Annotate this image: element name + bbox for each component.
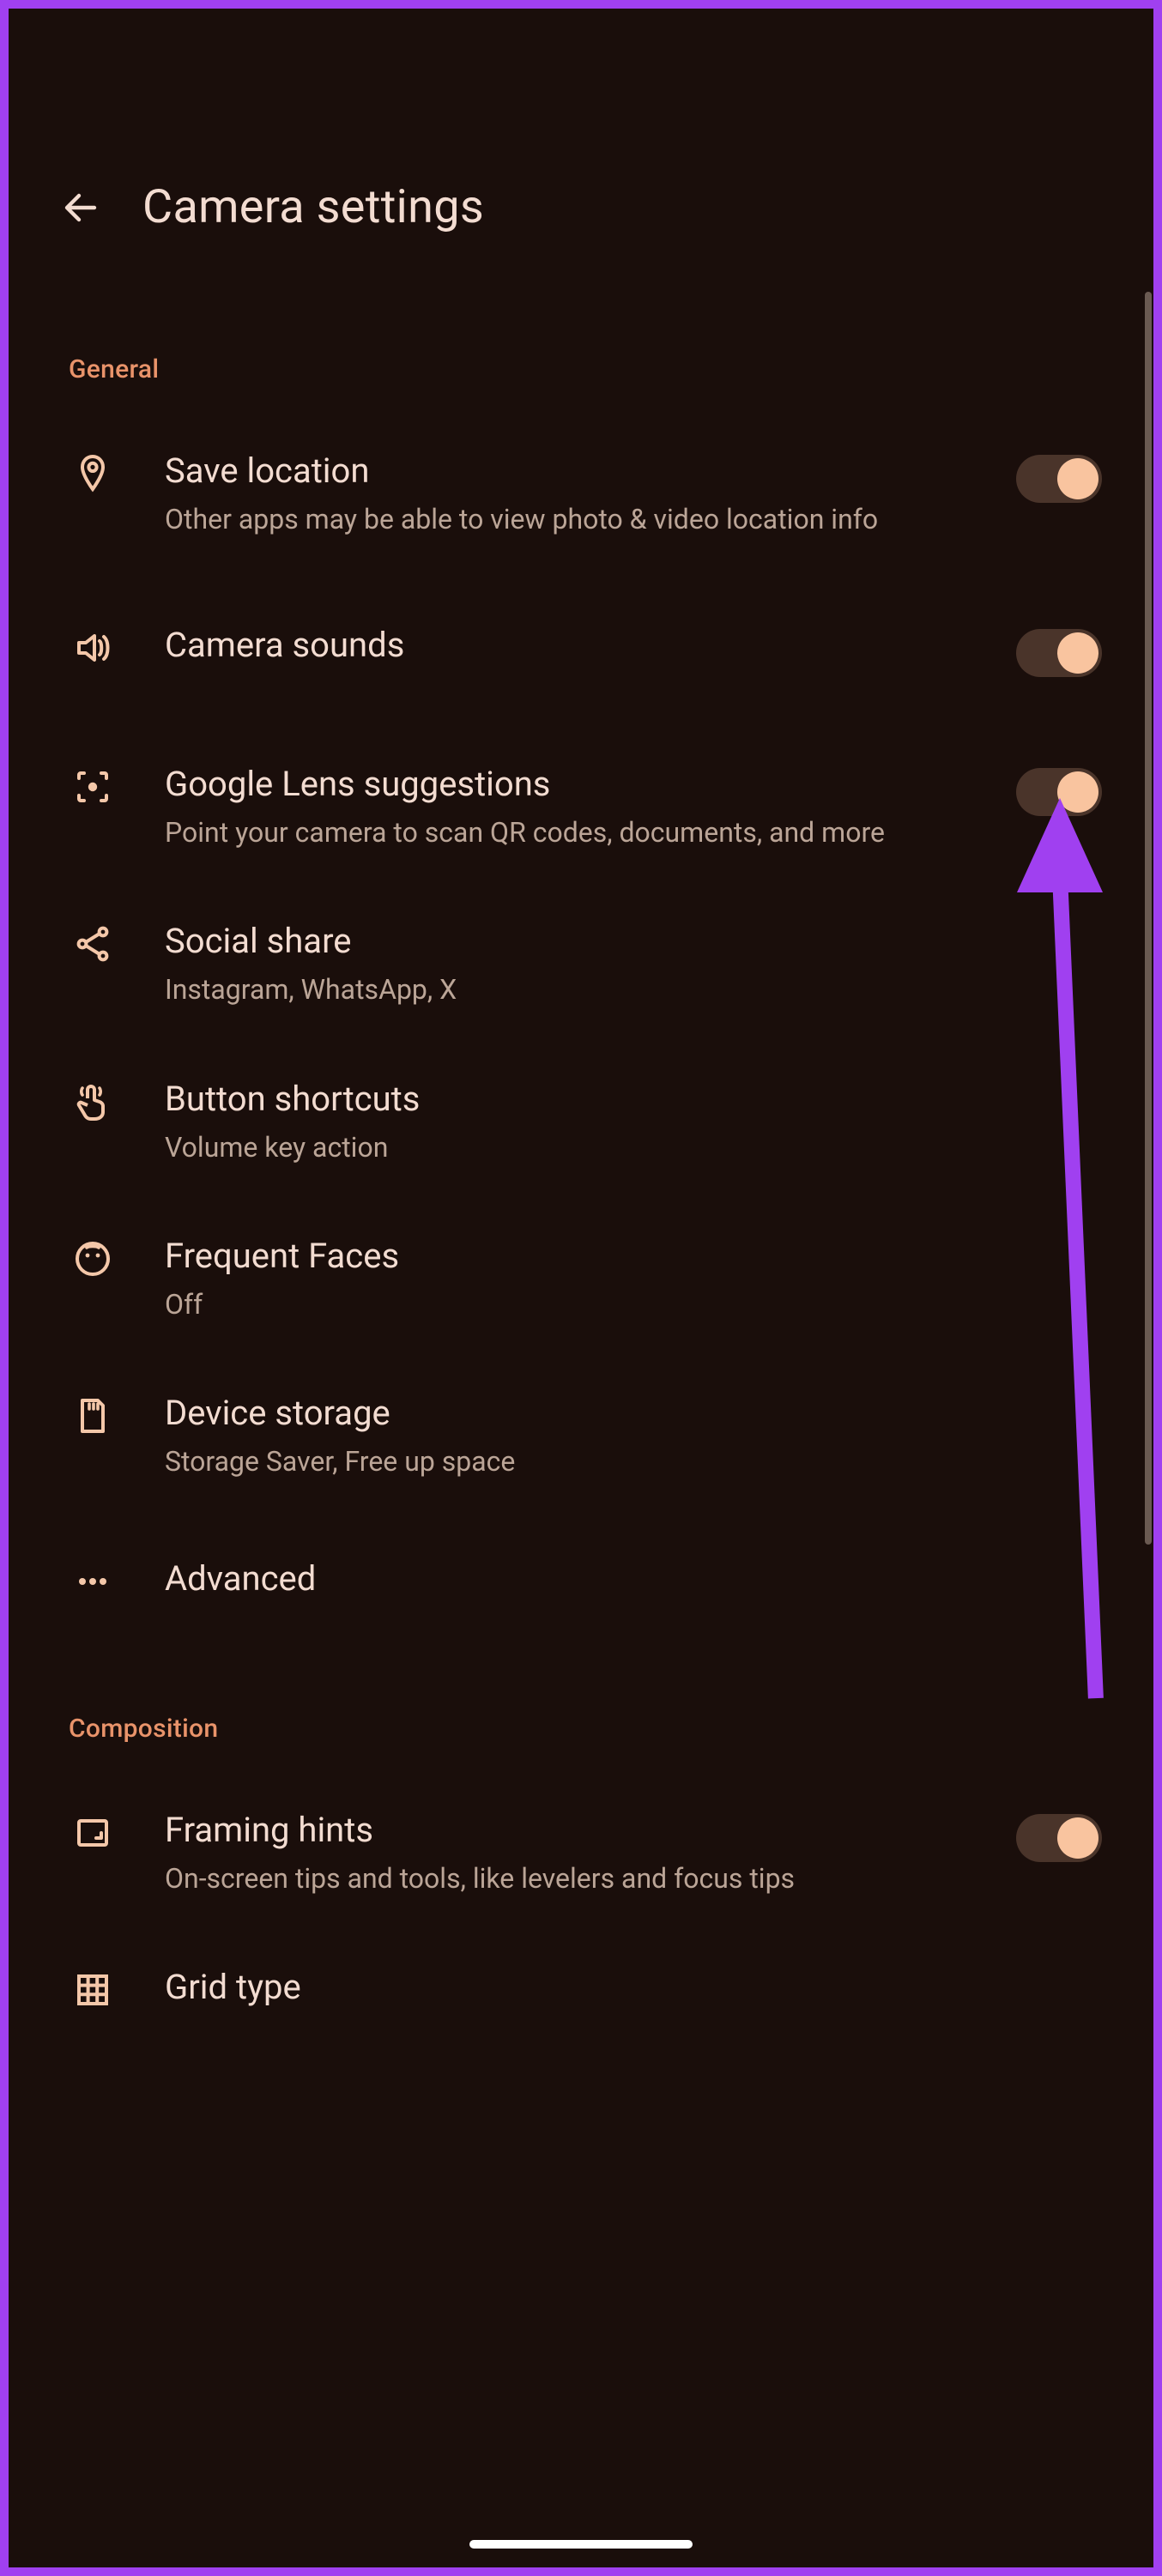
item-text: Grid type	[165, 1966, 1102, 2009]
item-device-storage[interactable]: Device storage Storage Saver, Free up sp…	[9, 1358, 1153, 1515]
item-camera-sounds[interactable]: Camera sounds	[9, 572, 1153, 729]
item-text: Advanced	[165, 1557, 1102, 1600]
lens-suggestions-toggle[interactable]	[1016, 768, 1102, 816]
item-text: Device storage Storage Saver, Free up sp…	[165, 1392, 1102, 1480]
item-save-location[interactable]: Save location Other apps may be able to …	[9, 415, 1153, 572]
lens-scan-icon	[69, 763, 117, 807]
back-button[interactable]	[60, 187, 101, 228]
item-desc: Volume key action	[165, 1129, 920, 1166]
item-desc: On-screen tips and tools, like levelers …	[165, 1860, 920, 1897]
item-desc: Storage Saver, Free up space	[165, 1443, 920, 1480]
share-icon	[69, 920, 117, 964]
framing-hints-toggle[interactable]	[1016, 1814, 1102, 1862]
item-title: Advanced	[165, 1557, 1102, 1600]
item-lens-suggestions[interactable]: Google Lens suggestions Point your camer…	[9, 729, 1153, 886]
item-button-shortcuts[interactable]: Button shortcuts Volume key action	[9, 1043, 1153, 1200]
item-text: Button shortcuts Volume key action	[165, 1078, 1102, 1166]
location-pin-icon	[69, 450, 117, 494]
item-text: Framing hints On-screen tips and tools, …	[165, 1809, 968, 1897]
sd-card-icon	[69, 1392, 117, 1436]
item-title: Button shortcuts	[165, 1078, 1102, 1121]
item-framing-hints[interactable]: Framing hints On-screen tips and tools, …	[9, 1775, 1153, 1932]
camera-sounds-toggle[interactable]	[1016, 629, 1102, 677]
item-social-share[interactable]: Social share Instagram, WhatsApp, X	[9, 886, 1153, 1043]
item-frequent-faces[interactable]: Frequent Faces Off	[9, 1200, 1153, 1358]
item-desc: Instagram, WhatsApp, X	[165, 971, 920, 1008]
frame-icon	[69, 1809, 117, 1853]
item-text: Social share Instagram, WhatsApp, X	[165, 920, 1102, 1008]
gesture-bar[interactable]	[469, 2540, 693, 2549]
more-horizontal-icon	[69, 1557, 117, 1602]
item-title: Social share	[165, 920, 1102, 963]
item-desc: Point your camera to scan QR codes, docu…	[165, 814, 920, 851]
item-text: Save location Other apps may be able to …	[165, 450, 968, 538]
device-frame: Camera settings General Save location Ot…	[0, 0, 1162, 2576]
grid-icon	[69, 1966, 117, 2011]
arrow-left-icon	[60, 187, 101, 228]
header: Camera settings	[9, 9, 1153, 286]
item-text: Google Lens suggestions Point your camer…	[165, 763, 968, 851]
volume-icon	[69, 624, 117, 668]
item-title: Framing hints	[165, 1809, 968, 1852]
item-title: Grid type	[165, 1966, 1102, 2009]
item-text: Frequent Faces Off	[165, 1235, 1102, 1323]
item-desc: Off	[165, 1286, 920, 1323]
section-header-composition: Composition	[9, 1645, 1153, 1775]
item-grid-type[interactable]: Grid type	[9, 1932, 1153, 2045]
page-title: Camera settings	[142, 180, 484, 234]
scrollbar[interactable]	[1145, 292, 1152, 1545]
touch-icon	[69, 1078, 117, 1122]
section-header-general: General	[9, 286, 1153, 415]
item-desc: Other apps may be able to view photo & v…	[165, 501, 920, 538]
item-title: Device storage	[165, 1392, 1102, 1435]
face-icon	[69, 1235, 117, 1279]
item-title: Save location	[165, 450, 968, 493]
item-advanced[interactable]: Advanced	[9, 1515, 1153, 1645]
item-title: Google Lens suggestions	[165, 763, 968, 806]
item-title: Frequent Faces	[165, 1235, 1102, 1278]
item-text: Camera sounds	[165, 624, 968, 667]
save-location-toggle[interactable]	[1016, 455, 1102, 503]
item-title: Camera sounds	[165, 624, 968, 667]
